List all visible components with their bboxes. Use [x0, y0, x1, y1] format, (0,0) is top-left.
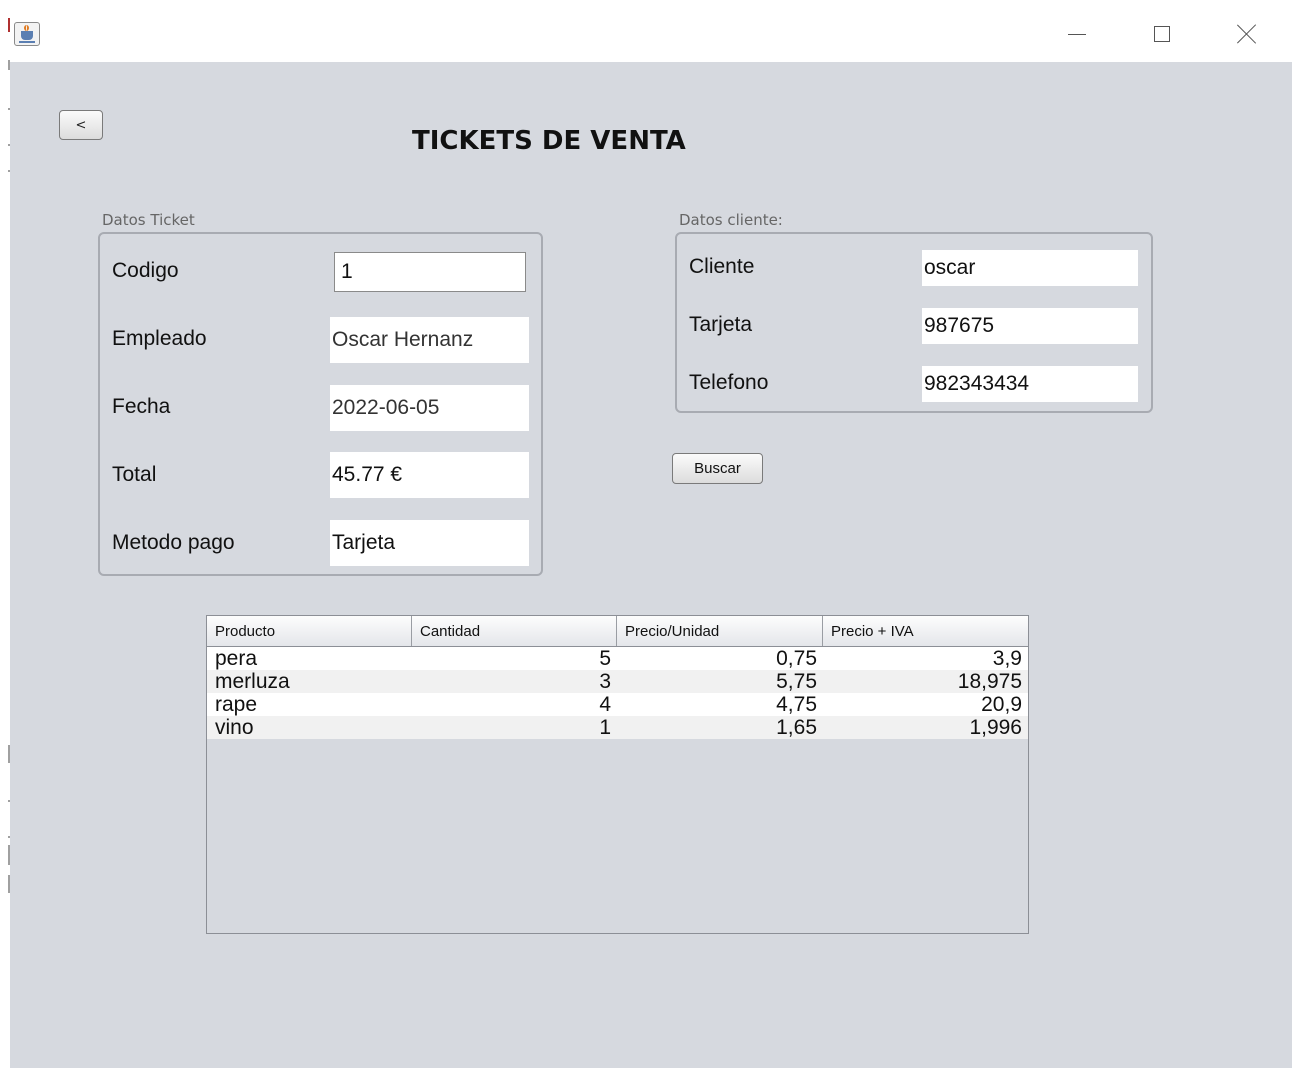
cell-cantidad: 5	[599, 647, 611, 670]
column-header-producto[interactable]: Producto	[207, 616, 412, 646]
metodo-pago-field[interactable]: Tarjeta	[330, 520, 529, 566]
column-header-cantidad[interactable]: Cantidad	[412, 616, 617, 646]
cliente-label: Cliente	[689, 255, 755, 278]
cell-producto: vino	[215, 716, 254, 739]
java-cup-icon	[14, 22, 40, 46]
total-label: Total	[112, 463, 157, 486]
cell-precio-iva: 20,9	[981, 693, 1022, 716]
cell-precio-unidad: 5,75	[776, 670, 817, 693]
table-row[interactable]: rape 4 4,75 20,9	[207, 693, 1028, 716]
window-left-edge	[0, 0, 10, 1068]
maximize-button[interactable]	[1133, 14, 1191, 54]
codigo-input[interactable]: 1	[334, 252, 526, 292]
maximize-icon	[1154, 26, 1170, 42]
close-button[interactable]	[1218, 14, 1276, 54]
fecha-field[interactable]: 2022-06-05	[330, 385, 529, 431]
cell-precio-unidad: 4,75	[776, 693, 817, 716]
page-title: TICKETS DE VENTA	[412, 126, 686, 156]
metodo-pago-label: Metodo pago	[112, 531, 235, 554]
cell-precio-unidad: 1,65	[776, 716, 817, 739]
cell-precio-iva: 3,9	[992, 647, 1022, 670]
cliente-field[interactable]: oscar	[922, 250, 1138, 286]
telefono-label: Telefono	[689, 371, 769, 394]
cell-cantidad: 3	[599, 670, 611, 693]
cliente-group-legend: Datos cliente:	[679, 211, 783, 229]
cell-producto: merluza	[215, 670, 290, 693]
cell-precio-unidad: 0,75	[776, 647, 817, 670]
table-row[interactable]: merluza 3 5,75 18,975	[207, 670, 1028, 693]
table-row[interactable]: vino 1 1,65 1,996	[207, 716, 1028, 739]
cell-producto: rape	[215, 693, 258, 716]
codigo-label: Codigo	[112, 259, 179, 282]
tarjeta-field[interactable]: 987675	[922, 308, 1138, 344]
empleado-label: Empleado	[112, 327, 207, 350]
minimize-button[interactable]	[1048, 14, 1106, 54]
buscar-button[interactable]: Buscar	[672, 453, 763, 484]
cell-cantidad: 1	[599, 716, 611, 739]
telefono-field[interactable]: 982343434	[922, 366, 1138, 402]
table-row[interactable]: pera 5 0,75 3,9	[207, 647, 1028, 670]
back-button[interactable]: <	[59, 110, 103, 140]
table-header: Producto Cantidad Precio/Unidad Precio +…	[207, 616, 1028, 647]
column-header-precio-iva[interactable]: Precio + IVA	[823, 616, 1028, 646]
tarjeta-label: Tarjeta	[689, 313, 753, 336]
close-icon	[1237, 24, 1257, 44]
column-header-precio-unidad[interactable]: Precio/Unidad	[617, 616, 823, 646]
cell-producto: pera	[215, 647, 258, 670]
products-table[interactable]: Producto Cantidad Precio/Unidad Precio +…	[206, 615, 1029, 934]
table-body: pera 5 0,75 3,9 merluza 3 5,75 18,975 ra…	[207, 647, 1028, 739]
cell-precio-iva: 1,996	[969, 716, 1022, 739]
fecha-label: Fecha	[112, 395, 171, 418]
minimize-icon	[1068, 33, 1086, 35]
ticket-group-legend: Datos Ticket	[102, 211, 195, 229]
total-field[interactable]: 45.77 €	[330, 452, 529, 498]
cell-cantidad: 4	[599, 693, 611, 716]
empleado-field[interactable]: Oscar Hernanz	[330, 317, 529, 363]
cell-precio-iva: 18,975	[957, 670, 1022, 693]
